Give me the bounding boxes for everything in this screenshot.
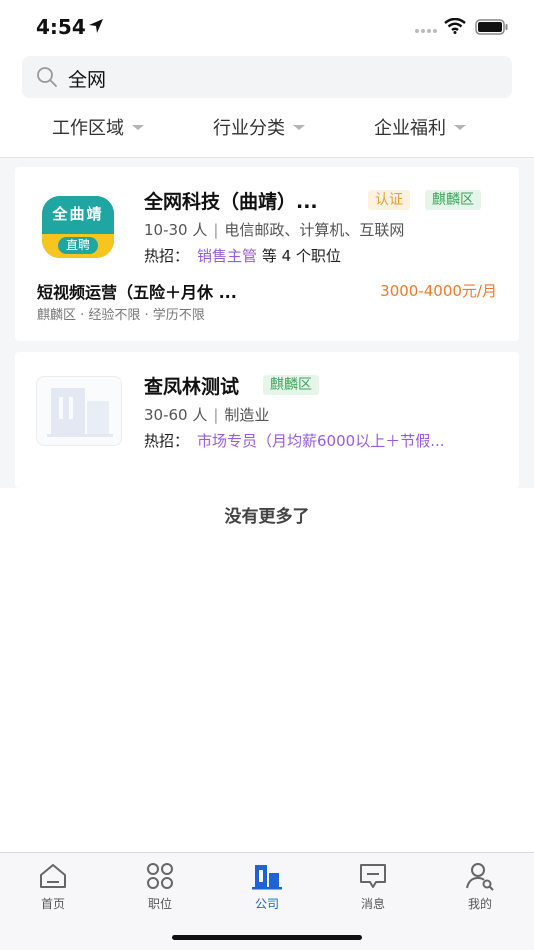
filter-work-area[interactable]: 工作区域	[52, 114, 144, 140]
filter-benefits[interactable]: 企业福利	[374, 114, 466, 140]
tab-company[interactable]: 公司	[227, 861, 307, 912]
job-title[interactable]: 短视频运营（五险＋月休 ...	[37, 279, 237, 303]
status-time: 4:54	[36, 15, 86, 39]
hot-label: 热招：	[144, 432, 190, 450]
search-box[interactable]: 全网	[22, 56, 512, 98]
hot-job-link[interactable]: 市场专员（月均薪6000以上＋节假...	[197, 432, 444, 450]
wifi-icon	[444, 18, 466, 34]
tab-label: 公司	[254, 897, 279, 911]
tab-messages[interactable]: 消息	[333, 861, 413, 912]
grid-icon	[147, 863, 173, 889]
message-icon	[360, 864, 386, 888]
logo-text: 全曲靖	[42, 196, 114, 234]
search-icon	[37, 67, 57, 87]
tab-label: 消息	[360, 897, 385, 911]
profile-icon	[466, 863, 494, 891]
company-logo: 全曲靖 直聘	[42, 196, 114, 258]
tab-label: 首页	[40, 897, 65, 911]
signal-dots-icon	[415, 29, 437, 33]
company-name: 全网科技（曲靖）...	[144, 191, 318, 213]
company-industry: 制造业	[224, 406, 270, 424]
tab-label: 我的	[467, 897, 492, 911]
logo-subtext: 直聘	[57, 237, 98, 254]
home-indicator	[172, 935, 362, 940]
battery-icon	[475, 19, 508, 35]
company-size: 30-60 人	[144, 406, 208, 424]
hot-jobs: 热招： 市场专员（月均薪6000以上＋节假...	[144, 430, 445, 451]
filter-label: 工作区域	[52, 118, 124, 139]
status-bar: 4:54	[0, 0, 534, 52]
tab-label: 职位	[147, 897, 172, 911]
caret-down-icon	[454, 124, 466, 130]
caret-down-icon	[132, 124, 144, 130]
company-size: 10-30 人	[144, 221, 208, 239]
filter-label: 行业分类	[213, 118, 285, 139]
filter-label: 企业福利	[374, 118, 446, 139]
filter-row: 工作区域 行业分类 企业福利	[0, 102, 534, 154]
location-arrow-icon	[89, 19, 103, 33]
job-salary: 3000-4000元/月	[380, 282, 497, 300]
building-icon	[252, 865, 282, 890]
company-card[interactable]: 查凤林测试 麒麟区 30-60 人 | 制造业 热招： 市场专员（月均薪6000以上＋…	[15, 352, 519, 488]
company-industry: 电信邮政、计算机、互联网	[224, 221, 405, 239]
hot-jobs: 热招： 销售主管 等 4 个职位	[144, 245, 341, 266]
filter-industry[interactable]: 行业分类	[213, 114, 305, 140]
building-placeholder-icon	[47, 388, 113, 437]
hot-job-link[interactable]: 销售主管	[197, 247, 257, 265]
tab-jobs[interactable]: 职位	[120, 861, 200, 912]
list-end-text: 没有更多了	[224, 507, 310, 527]
company-card[interactable]: 全曲靖 直聘 全网科技（曲靖）... 认证 麒麟区 10-30 人 | 电信邮政、计…	[15, 167, 519, 341]
search-input[interactable]: 全网	[68, 65, 106, 92]
area-badge: 麒麟区	[425, 190, 481, 210]
caret-down-icon	[293, 124, 305, 130]
hot-label: 热招：	[144, 247, 190, 265]
company-meta: 30-60 人 | 制造业	[144, 406, 270, 424]
company-name: 查凤林测试	[144, 376, 240, 398]
area-badge: 麒麟区	[263, 375, 319, 395]
hot-count: 等 4 个职位	[261, 247, 341, 265]
tab-profile[interactable]: 我的	[440, 861, 520, 912]
job-requirements: 麒麟区 · 经验不限 · 学历不限	[37, 308, 205, 323]
home-icon	[40, 864, 66, 888]
company-logo-placeholder	[36, 376, 122, 446]
tab-home[interactable]: 首页	[13, 861, 93, 912]
company-meta: 10-30 人 | 电信邮政、计算机、互联网	[144, 221, 405, 239]
cert-badge: 认证	[368, 190, 410, 210]
